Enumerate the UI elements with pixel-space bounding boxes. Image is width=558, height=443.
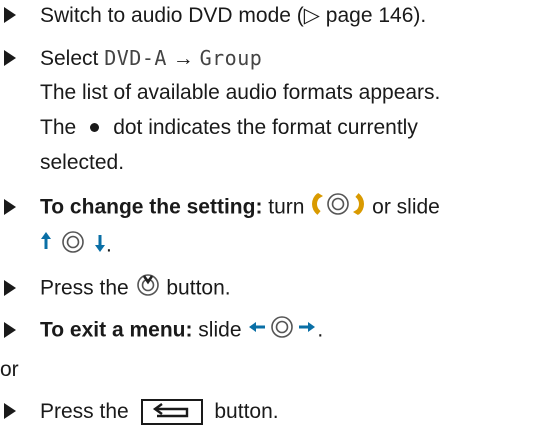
step-exit-menu: To exit a menu: slide . bbox=[0, 314, 323, 348]
page-reference-link[interactable]: ▷ page 146 bbox=[304, 4, 414, 27]
bullet-icon bbox=[0, 46, 40, 74]
step-text-end: button. bbox=[208, 400, 279, 423]
or-text: or bbox=[0, 358, 19, 381]
step-text: Press the bbox=[40, 400, 135, 423]
bullet-icon bbox=[0, 195, 40, 223]
selection-dot-icon bbox=[90, 123, 100, 132]
slide-updown-line: . bbox=[40, 229, 112, 263]
step-press-back: Press the button. bbox=[0, 398, 279, 427]
description-text: dot indicates the format currently bbox=[113, 116, 418, 139]
step-switch-dvd-mode: Switch to audio DVD mode (▷ page 146). bbox=[0, 2, 426, 31]
back-button-icon bbox=[140, 399, 203, 425]
step-text-end: . bbox=[317, 318, 324, 342]
menu-item-dvd-a: DVD-A bbox=[104, 46, 167, 70]
controller-slide-up-down-icon bbox=[40, 229, 106, 263]
step-text-end: button. bbox=[160, 276, 231, 300]
step-text: turn bbox=[262, 195, 311, 219]
controller-slide-left-right-icon bbox=[247, 314, 317, 348]
bullet-icon bbox=[0, 318, 40, 346]
description-text: The list of available audio formats appe… bbox=[40, 81, 441, 104]
controller-press-icon bbox=[135, 272, 161, 306]
bullet-icon bbox=[0, 399, 40, 427]
bullet-icon bbox=[0, 3, 40, 31]
arrow-icon: → bbox=[166, 47, 200, 70]
step-text: Select bbox=[40, 47, 105, 70]
step-heading: To exit a menu: bbox=[40, 318, 193, 342]
description-text: The bbox=[40, 116, 77, 139]
step-text: Switch to audio DVD mode ( bbox=[40, 4, 304, 27]
description-text: selected. bbox=[40, 151, 125, 174]
description-dot-line: The dot indicates the format currently bbox=[40, 114, 418, 142]
instruction-document: Switch to audio DVD mode (▷ page 146). S… bbox=[0, 0, 558, 443]
menu-item-group: Group bbox=[199, 46, 263, 70]
step-text: Press the bbox=[40, 276, 135, 300]
step-select-group: Select DVD-A → Group bbox=[0, 44, 262, 74]
step-text-end: . bbox=[106, 233, 112, 257]
step-heading: To change the setting: bbox=[40, 195, 263, 219]
step-change-setting: To change the setting: turn or slide bbox=[0, 191, 440, 225]
step-text-end: ). bbox=[413, 4, 427, 27]
step-text: slide bbox=[192, 318, 248, 342]
controller-rotate-icon bbox=[310, 191, 366, 225]
step-text-end: or slide bbox=[366, 195, 440, 219]
step-press-button: Press the button. bbox=[0, 272, 231, 306]
bullet-icon bbox=[0, 276, 40, 304]
